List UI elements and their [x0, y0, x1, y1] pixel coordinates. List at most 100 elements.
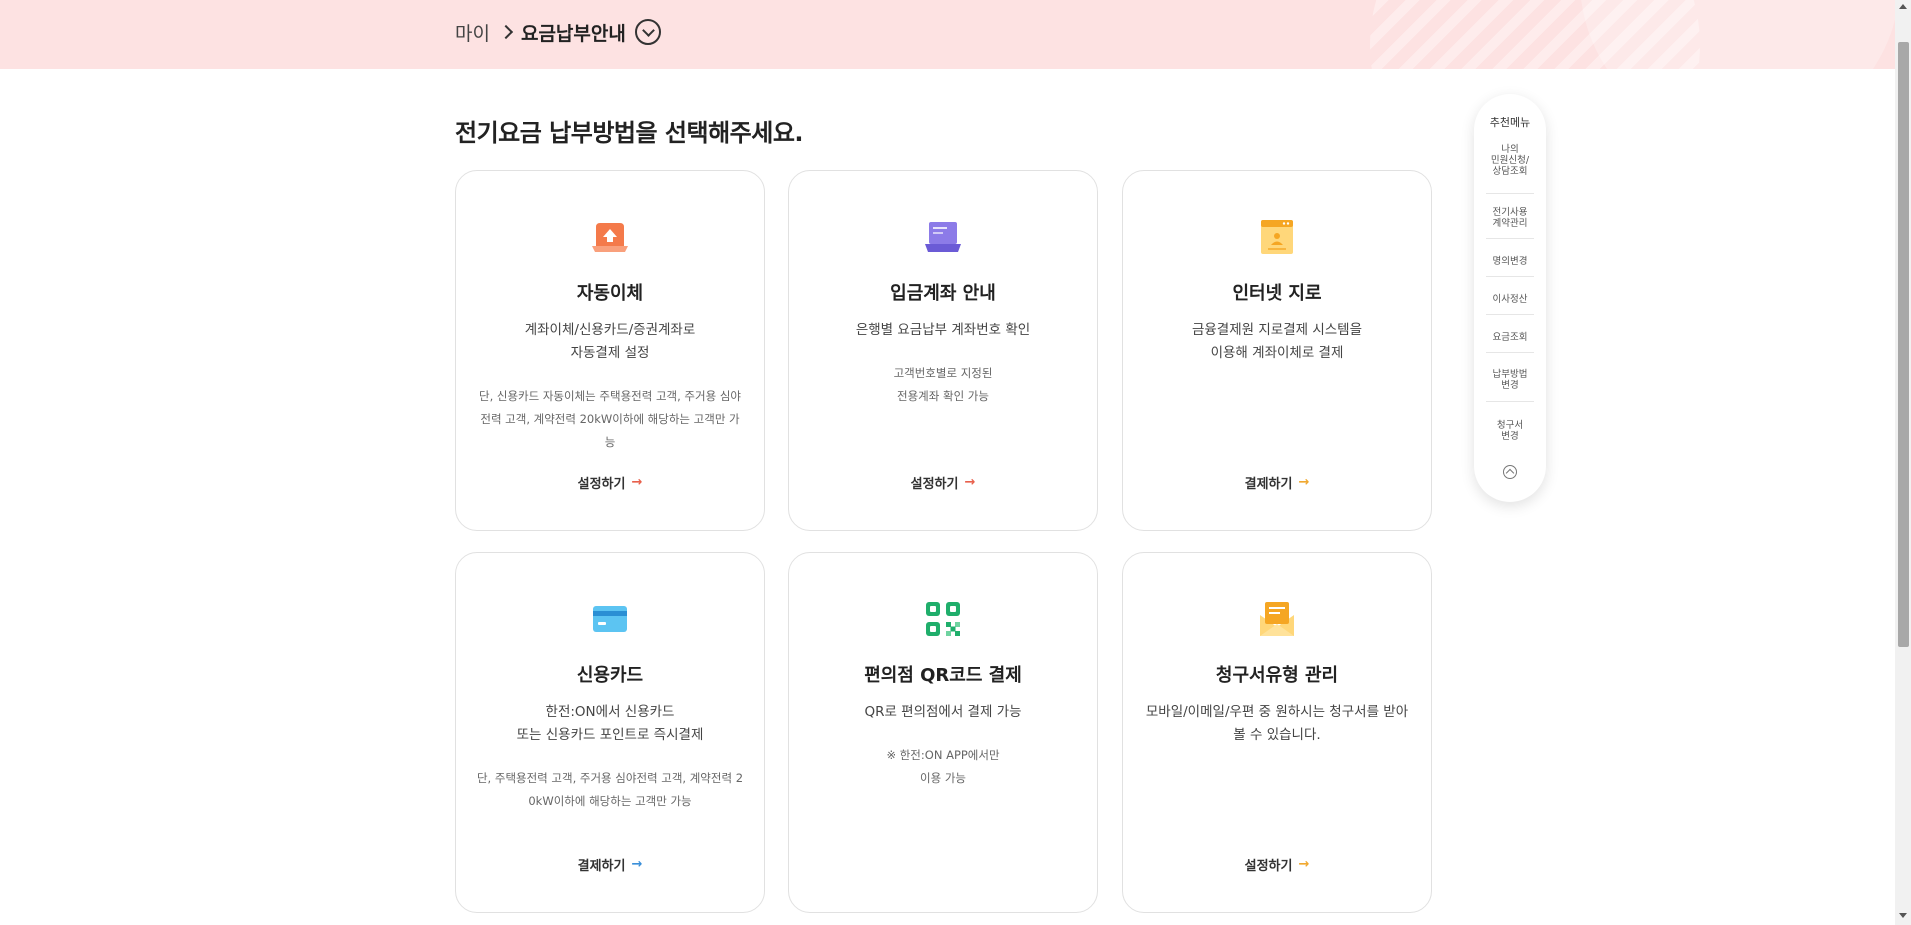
card-description-line: 또는 신용카드 포인트로 즉시결제 [516, 727, 704, 743]
envelope-icon [1260, 602, 1294, 636]
menu-item-label: 청구서 [1496, 420, 1524, 431]
action-label: 설정하기 [1244, 859, 1293, 874]
divider [1486, 238, 1534, 239]
card-description-line: QR로 편의점에서 결제 가능 [864, 704, 1022, 720]
divider [1486, 401, 1534, 402]
setup-button[interactable]: 설정하기 → [1123, 855, 1431, 874]
card-deposit-account[interactable]: 입금계좌 안내 은행별 요금납부 계좌번호 확인 고객번호별로 지정된 전용계좌… [788, 170, 1098, 531]
card-note-line: 단, 주택용전력 고객, 주거용 심야전력 고객, 계약전력 2 [476, 771, 744, 785]
upload-icon [592, 223, 628, 252]
menu-item-label: 변경 [1501, 431, 1519, 442]
card-description: 은행별 요금납부 계좌번호 확인 [807, 319, 1079, 342]
menu-item-name-change[interactable]: 명의변경 [1484, 256, 1536, 267]
card-credit-card[interactable]: 신용카드 한전:ON에서 신용카드 또는 신용카드 포인트로 즉시결제 단, 주… [455, 552, 765, 913]
action-label: 결제하기 [1244, 477, 1293, 492]
card-title: 신용카드 [576, 665, 644, 686]
card-internet-giro[interactable]: 인터넷 지로 금융결제원 지로결제 시스템을 이용해 계좌이체로 결제 결제하기… [1122, 170, 1432, 531]
action-label: 결제하기 [577, 859, 626, 874]
card-title: 인터넷 지로 [1232, 283, 1322, 304]
action-label: 설정하기 [577, 477, 626, 492]
menu-item-label: 전기사용 [1492, 207, 1528, 218]
card-description: 모바일/이메일/우편 중 원하시는 청구서를 받아 볼 수 있습니다. [1141, 701, 1413, 747]
menu-item-label: 납부방법 [1492, 369, 1528, 380]
card-description: 한전:ON에서 신용카드 또는 신용카드 포인트로 즉시결제 [474, 701, 746, 747]
header-band: 마이 요금납부안내 [0, 0, 1895, 69]
card-title: 자동이체 [576, 283, 644, 304]
arrow-right-icon: → [964, 475, 976, 490]
card-note-line: 전력 고객, 계약전력 20kW이하에 해당하는 고객만 가 [480, 412, 740, 426]
browser-window-icon [1261, 220, 1293, 254]
menu-item-moving-settlement[interactable]: 이사정산 [1484, 294, 1536, 305]
menu-item-my-requests[interactable]: 나의 민원신청/ 상담조회 [1484, 144, 1536, 177]
card-description-line: 은행별 요금납부 계좌번호 확인 [855, 322, 1031, 338]
card-description-line: 금융결제원 지로결제 시스템을 [1191, 322, 1363, 338]
menu-item-label: 명의변경 [1492, 256, 1528, 267]
card-description-line: 볼 수 있습니다. [1233, 727, 1321, 743]
menu-item-bill-inquiry[interactable]: 요금조회 [1484, 332, 1536, 343]
card-description-line: 이용해 계좌이체로 결제 [1210, 345, 1344, 361]
page-title: 전기요금 납부방법을 선택해주세요. [455, 119, 804, 147]
card-description: 계좌이체/신용카드/증권계좌로 자동결제 설정 [474, 319, 746, 365]
scroll-top-icon[interactable] [1503, 465, 1517, 479]
scrollbar[interactable] [1895, 0, 1911, 925]
divider [1486, 314, 1534, 315]
chevron-down-icon[interactable] [634, 19, 661, 45]
arrow-right-icon: → [631, 475, 643, 490]
pay-button[interactable]: 결제하기 → [456, 855, 764, 874]
setup-button[interactable]: 설정하기 → [456, 473, 764, 492]
arrow-right-icon: → [631, 857, 643, 872]
recommended-menu: 추천메뉴 나의 민원신청/ 상담조회 전기사용 계약관리 명의변경 이사정산 요… [1474, 94, 1546, 502]
scrollbar-thumb[interactable] [1898, 42, 1909, 647]
card-bill-type[interactable]: 청구서유형 관리 모바일/이메일/우편 중 원하시는 청구서를 받아 볼 수 있… [1122, 552, 1432, 913]
card-note: ※ 한전:ON APP에서만 이용 가능 [807, 744, 1079, 790]
card-note-line: 고객번호별로 지정된 [893, 366, 993, 380]
menu-item-contract-management[interactable]: 전기사용 계약관리 [1484, 207, 1536, 229]
menu-item-label: 이사정산 [1492, 294, 1528, 305]
menu-item-payment-method-change[interactable]: 납부방법 변경 [1484, 369, 1536, 391]
arrow-right-icon: → [1298, 857, 1310, 872]
card-title: 입금계좌 안내 [890, 283, 996, 304]
menu-item-label: 상담조회 [1492, 166, 1528, 177]
card-qr-payment[interactable]: 편의점 QR코드 결제 QR로 편의점에서 결제 가능 ※ 한전:ON APP에… [788, 552, 1098, 913]
card-description-line: 모바일/이메일/우편 중 원하시는 청구서를 받아 [1145, 704, 1409, 720]
scroll-up-icon[interactable] [1899, 4, 1907, 9]
card-description-line: 한전:ON에서 신용카드 [545, 704, 675, 720]
credit-card-icon [593, 606, 627, 632]
card-note-line: 단, 신용카드 자동이체는 주택용전력 고객, 주거용 심야 [478, 389, 741, 403]
page: 마이 요금납부안내 전기요금 납부방법을 선택해주세요. 자동이체 계좌이체/신… [0, 0, 1911, 925]
laptop-icon [925, 222, 961, 252]
card-description-line: 자동결제 설정 [570, 345, 650, 361]
card-note-line: 이용 가능 [920, 771, 966, 785]
divider [1486, 352, 1534, 353]
recommended-menu-title: 추천메뉴 [1489, 116, 1531, 129]
card-note-line: 전용계좌 확인 가능 [897, 389, 989, 403]
menu-item-label: 계약관리 [1492, 218, 1528, 229]
divider [1486, 276, 1534, 277]
card-note-line: 0kW이하에 해당하는 고객만 가능 [528, 794, 692, 808]
divider [1486, 193, 1534, 194]
setup-button[interactable]: 설정하기 → [789, 473, 1097, 492]
card-description: 금융결제원 지로결제 시스템을 이용해 계좌이체로 결제 [1141, 319, 1413, 365]
menu-item-label: 요금조회 [1492, 332, 1528, 343]
qr-code-icon [926, 602, 960, 636]
card-note: 단, 신용카드 자동이체는 주택용전력 고객, 주거용 심야 전력 고객, 계약… [474, 385, 746, 454]
card-note-line: 능 [604, 435, 616, 449]
breadcrumb-current: 요금납부안내 [520, 22, 626, 45]
menu-item-label: 변경 [1501, 380, 1519, 391]
menu-item-label: 민원신청/ [1490, 155, 1530, 166]
card-description: QR로 편의점에서 결제 가능 [807, 701, 1079, 724]
arrow-right-icon: → [1298, 475, 1310, 490]
menu-item-bill-change[interactable]: 청구서 변경 [1484, 420, 1536, 442]
breadcrumb-home[interactable]: 마이 [455, 19, 490, 46]
breadcrumb: 마이 요금납부안내 [455, 18, 661, 46]
chevron-right-icon [498, 24, 514, 40]
card-auto-transfer[interactable]: 자동이체 계좌이체/신용카드/증권계좌로 자동결제 설정 단, 신용카드 자동이… [455, 170, 765, 531]
card-title: 청구서유형 관리 [1215, 665, 1339, 686]
scroll-down-icon[interactable] [1899, 913, 1907, 918]
pay-button[interactable]: 결제하기 → [1123, 473, 1431, 492]
menu-item-label: 나의 [1501, 144, 1519, 155]
action-label: 설정하기 [910, 477, 959, 492]
header-decoration [1580, 0, 1895, 69]
card-note: 단, 주택용전력 고객, 주거용 심야전력 고객, 계약전력 2 0kW이하에 … [474, 767, 746, 813]
card-title: 편의점 QR코드 결제 [864, 665, 1022, 686]
